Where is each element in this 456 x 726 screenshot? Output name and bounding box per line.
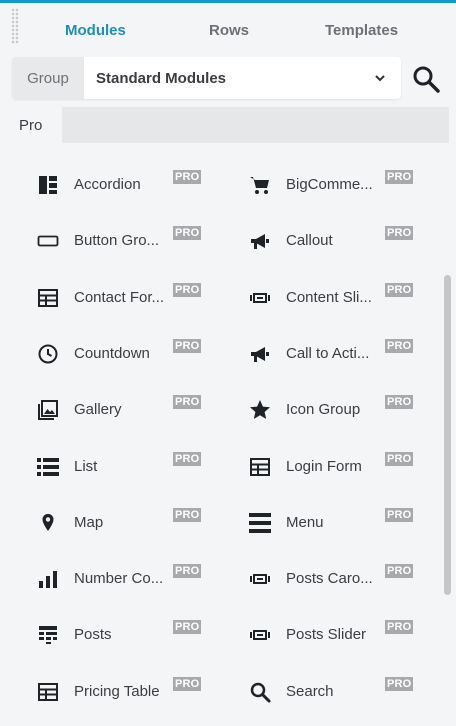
module-label: Call to Acti... xyxy=(286,344,370,362)
tab-rows[interactable]: Rows xyxy=(209,22,249,39)
module-label: BigComme... xyxy=(286,176,373,193)
map-pin-icon xyxy=(42,513,54,531)
module-item[interactable]: Gallery PRO xyxy=(36,390,226,430)
module-label: Gallery xyxy=(74,401,122,419)
module-item[interactable]: Countdown PRO xyxy=(36,334,226,374)
module-label: Countdown xyxy=(74,344,150,362)
section-divider xyxy=(62,107,449,143)
slider-icon xyxy=(250,574,270,585)
pro-badge: PRO xyxy=(385,226,414,241)
module-label: Login Form xyxy=(286,457,362,475)
star-icon xyxy=(250,400,270,420)
cart-icon xyxy=(250,177,269,194)
pro-badge: PRO xyxy=(173,282,202,297)
module-label: Search xyxy=(286,682,334,700)
module-item[interactable]: Contact For... PRO xyxy=(36,278,226,318)
pro-badge: PRO xyxy=(173,338,202,353)
module-item[interactable]: List PRO xyxy=(36,447,226,487)
module-item[interactable]: Login Form PRO xyxy=(248,447,438,487)
module-label: Posts xyxy=(74,626,112,644)
module-item[interactable]: Posts Caro... PRO xyxy=(248,559,438,599)
module-item[interactable]: Icon Group PRO xyxy=(248,390,438,430)
button-group-icon xyxy=(37,235,59,247)
module-label: Button Gro... xyxy=(74,232,160,250)
module-item[interactable]: Map PRO xyxy=(36,503,226,543)
module-item[interactable]: Posts PRO xyxy=(36,615,226,655)
pro-badge: PRO xyxy=(173,676,202,691)
chevron-down-icon xyxy=(375,75,385,82)
slider-icon xyxy=(250,630,270,641)
module-label: Icon Group xyxy=(286,401,361,419)
drag-handle[interactable] xyxy=(11,8,19,44)
module-item[interactable]: BigComme... PRO xyxy=(248,165,438,205)
top-accent-bar xyxy=(0,0,456,3)
pro-badge: PRO xyxy=(385,395,414,410)
slider-icon xyxy=(250,292,270,303)
module-item[interactable]: Posts Slider PRO xyxy=(248,615,438,655)
pro-badge: PRO xyxy=(173,170,202,184)
pro-badge: PRO xyxy=(385,170,414,184)
module-label: Accordion xyxy=(74,176,141,193)
accordion-icon xyxy=(39,176,57,194)
module-label: Menu xyxy=(286,513,324,531)
posts-grid-icon xyxy=(39,626,57,645)
module-label: List xyxy=(74,457,98,475)
form-table-icon xyxy=(38,682,58,701)
pro-badge: PRO xyxy=(385,564,414,579)
module-item[interactable]: Callout PRO xyxy=(248,221,438,261)
search-icon[interactable] xyxy=(411,64,441,94)
search-icon xyxy=(250,682,271,703)
menu-icon xyxy=(249,512,271,533)
megaphone-icon xyxy=(251,234,269,250)
group-selector: Group Standard Modules xyxy=(12,57,401,99)
pro-badge: PRO xyxy=(385,338,414,353)
module-label: Content Sli... xyxy=(286,288,372,306)
clock-icon xyxy=(38,344,58,364)
megaphone-icon xyxy=(251,346,269,362)
scrollbar-thumb[interactable] xyxy=(444,275,451,595)
gallery-icon xyxy=(38,400,58,421)
module-label: Callout xyxy=(286,232,333,250)
tab-modules[interactable]: Modules xyxy=(65,22,126,39)
module-label: Posts Slider xyxy=(286,626,367,644)
group-selected-value: Standard Modules xyxy=(96,69,227,87)
module-item[interactable]: Menu PRO xyxy=(248,503,438,543)
module-item[interactable]: Pricing Table PRO xyxy=(36,672,226,712)
pro-badge: PRO xyxy=(385,507,414,522)
pro-badge: PRO xyxy=(173,451,202,466)
pro-badge: PRO xyxy=(173,226,202,241)
module-item[interactable]: Content Sli... PRO xyxy=(248,278,438,318)
module-item[interactable]: Number Co... PRO xyxy=(36,559,226,599)
pro-badge: PRO xyxy=(173,564,202,579)
pro-badge: PRO xyxy=(385,620,414,635)
form-table-icon xyxy=(38,288,58,307)
module-item[interactable]: Search PRO xyxy=(248,672,438,712)
module-label: Contact For... xyxy=(74,288,165,306)
module-label: Number Co... xyxy=(74,570,164,588)
group-label: Group xyxy=(12,57,84,99)
module-item[interactable]: Accordion PRO xyxy=(36,165,226,205)
group-select[interactable]: Standard Modules xyxy=(84,57,401,99)
pro-badge: PRO xyxy=(385,676,414,691)
panel-tabs: Modules Rows Templates xyxy=(36,16,456,46)
module-item[interactable]: Button Gro... PRO xyxy=(36,221,226,261)
form-table-icon xyxy=(250,457,270,476)
section-pro: Pro xyxy=(12,107,449,143)
section-title: Pro xyxy=(19,116,43,134)
list-icon xyxy=(37,457,59,476)
pro-badge: PRO xyxy=(385,282,414,297)
pro-badge: PRO xyxy=(385,451,414,466)
pro-badge: PRO xyxy=(173,620,202,635)
pro-badge: PRO xyxy=(173,507,202,522)
module-label: Posts Caro... xyxy=(286,570,373,588)
module-label: Pricing Table xyxy=(74,682,160,700)
module-item[interactable]: Call to Acti... PRO xyxy=(248,334,438,374)
tab-templates[interactable]: Templates xyxy=(325,22,398,39)
bar-chart-icon xyxy=(39,571,57,589)
module-label: Map xyxy=(74,513,104,531)
pro-badge: PRO xyxy=(173,395,202,410)
